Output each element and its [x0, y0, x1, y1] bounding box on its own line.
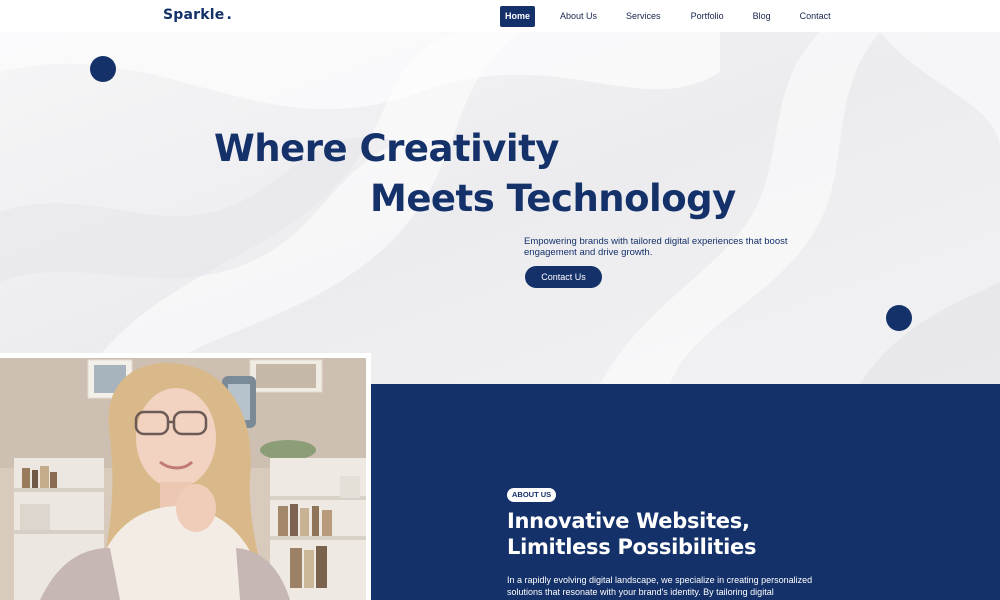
nav-contact-link[interactable]: Contact	[796, 6, 835, 27]
nav-blog-link[interactable]: Blog	[749, 6, 775, 27]
hero-title-line1: Where Creativity	[214, 127, 559, 170]
hero-section: Where Creativity Meets Technology Empowe…	[0, 32, 1000, 384]
about-title-line1: Innovative Websites,	[507, 509, 750, 533]
nav-services-link[interactable]: Services	[622, 6, 665, 27]
woman-at-desk-photo	[0, 358, 366, 600]
site-logo[interactable]: Sparkle.	[163, 7, 232, 23]
photo-illustration	[0, 358, 366, 600]
about-title: Innovative Websites, Limitless Possibili…	[507, 508, 837, 560]
logo-text: Sparkle	[163, 7, 225, 23]
nav-home-link[interactable]: Home	[500, 6, 536, 27]
about-title-line2: Limitless Possibilities	[507, 535, 757, 559]
site-header: Sparkle. Home About Us Services Portfoli…	[0, 0, 1000, 32]
nav-portfolio-link[interactable]: Portfolio	[687, 6, 728, 27]
main-nav: Home About Us Services Portfolio Blog Co…	[500, 6, 835, 27]
hero-title-line2: Meets Technology	[370, 177, 736, 220]
decorative-circle-top	[90, 56, 116, 82]
about-description: In a rapidly evolving digital landscape,…	[507, 575, 813, 597]
about-section	[366, 384, 1000, 600]
hero-subtitle: Empowering brands with tailored digital …	[524, 236, 788, 258]
contact-us-button[interactable]: Contact Us	[525, 266, 602, 288]
nav-about-link[interactable]: About Us	[556, 6, 601, 27]
about-us-badge: ABOUT US	[507, 488, 557, 502]
decorative-circle-right	[886, 305, 912, 331]
logo-dot: .	[226, 7, 232, 23]
